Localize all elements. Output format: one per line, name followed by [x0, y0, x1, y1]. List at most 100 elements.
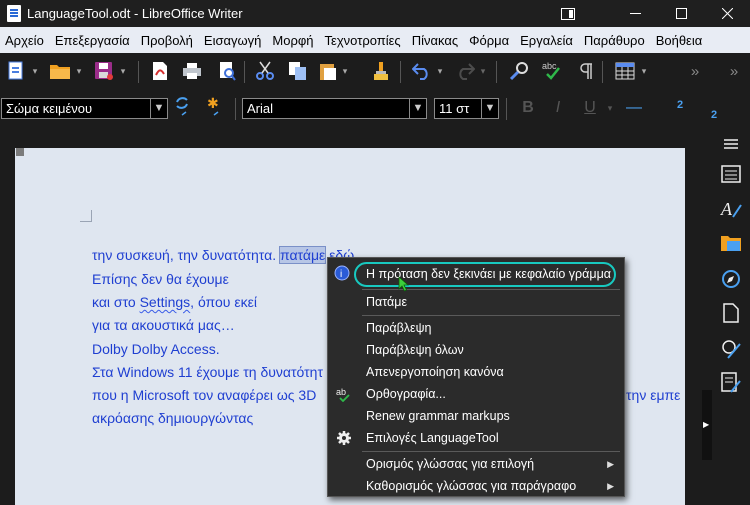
svg-text:i: i — [340, 269, 342, 280]
toolbar-separator — [506, 98, 507, 120]
minimize-icon — [629, 13, 641, 14]
doc-line[interactable]: την συσκευή, την δυνατότητα. πατάμε εδώ — [92, 246, 354, 264]
paste-icon — [320, 64, 336, 80]
set-paragraph-language-item[interactable]: Καθορισμός γλώσσας για παράγραφο ▶ — [328, 475, 624, 497]
page-marker — [16, 148, 24, 156]
sidebar-styles-button[interactable]: A — [719, 197, 743, 221]
table-dropdown-icon[interactable]: ▾ — [637, 59, 651, 83]
cut-button[interactable] — [253, 59, 277, 83]
formatting-toolbar: Σώμα κειμένου ▼ ✱ Arial ▼ 11 στ ▼ B I U … — [0, 91, 750, 127]
redo-button[interactable] — [453, 59, 477, 83]
chevron-down-icon[interactable]: ▼ — [150, 99, 167, 118]
doc-line[interactable]: Dolby Dolby Access. — [92, 341, 220, 357]
new-document-button[interactable] — [4, 59, 28, 83]
sidebar-page-button[interactable] — [719, 301, 743, 325]
clone-formatting-button[interactable] — [370, 59, 394, 83]
menu-styles[interactable]: Τεχνοτροπίες — [320, 33, 407, 48]
spelling-button[interactable]: abc — [540, 59, 564, 83]
undo-dropdown-icon[interactable]: ▾ — [433, 59, 447, 83]
print-preview-button[interactable] — [215, 59, 239, 83]
doc-line[interactable]: και στο Settings, όπου εκεί — [92, 294, 257, 310]
disable-rule-item[interactable]: Απενεργοποίηση κανόνα — [328, 361, 624, 383]
menu-separator — [362, 451, 620, 452]
minimize-button[interactable] — [612, 0, 658, 27]
new-dropdown-icon[interactable]: ▾ — [28, 59, 42, 83]
doc-text: που η Microsoft τον αναφέρει ως 3D — [92, 387, 317, 403]
copy-button[interactable] — [286, 59, 310, 83]
save-dropdown-icon[interactable]: ▾ — [116, 59, 130, 83]
menu-help[interactable]: Βοήθεια — [651, 33, 709, 48]
close-button[interactable] — [704, 0, 750, 27]
insert-table-button[interactable] — [613, 59, 637, 83]
redo-icon — [459, 63, 475, 80]
set-selection-language-item[interactable]: Ορισμός γλώσσας για επιλογή ▶ — [328, 453, 624, 475]
menu-edit[interactable]: Επεξεργασία — [50, 33, 136, 48]
sidebar-manage-changes-button[interactable] — [719, 371, 743, 395]
renew-grammar-markups-item[interactable]: Renew grammar markups — [328, 405, 624, 427]
font-size-combo[interactable]: 11 στ ▼ — [434, 98, 499, 119]
ignore-item[interactable]: Παράβλεψη — [328, 317, 624, 339]
formatting-marks-button[interactable] — [574, 59, 598, 83]
languagetool-options-item[interactable]: Επιλογές LanguageTool — [328, 427, 624, 449]
chevron-down-icon[interactable]: ▼ — [481, 99, 498, 118]
sidebar-toggle-button[interactable] — [545, 0, 591, 27]
print-button[interactable] — [180, 59, 204, 83]
doc-line[interactable]: που η Microsoft τον αναφέρει ως 3D — [92, 387, 316, 403]
sidebar-menu-button[interactable] — [719, 132, 743, 156]
undo-button[interactable] — [410, 59, 434, 83]
gallery-icon — [721, 236, 741, 251]
font-size-value: 11 στ — [439, 101, 470, 116]
export-pdf-button[interactable] — [148, 59, 172, 83]
save-button[interactable] — [92, 59, 116, 83]
sidebar-gallery-button[interactable] — [719, 231, 743, 255]
text-boundary-corner — [80, 210, 92, 222]
open-dropdown-icon[interactable]: ▾ — [72, 59, 86, 83]
paste-button[interactable] — [316, 59, 340, 83]
menu-file[interactable]: Αρχείο — [0, 33, 50, 48]
menu-form[interactable]: Φόρμα — [464, 33, 515, 48]
font-name-combo[interactable]: Arial ▼ — [242, 98, 427, 119]
menu-item-label: Καθορισμός γλώσσας για παράγραφο — [366, 479, 577, 493]
menu-separator — [362, 315, 620, 316]
doc-line[interactable]: ακρόασης δημιουργώντας — [92, 410, 253, 426]
paragraph-style-combo[interactable]: Σώμα κειμένου ▼ — [1, 98, 168, 119]
doc-line[interactable]: Στα Windows 11 έχουμε τη δυνατότητ — [92, 364, 323, 380]
open-button[interactable] — [48, 59, 72, 83]
selected-word[interactable]: πατάμε — [278, 246, 327, 264]
menu-window[interactable]: Παράθυρο — [579, 33, 651, 48]
ignore-all-item[interactable]: Παράβλεψη όλων — [328, 339, 624, 361]
italic-icon[interactable]: I — [546, 96, 570, 120]
update-style-button[interactable] — [171, 95, 195, 119]
toolbar-separator — [235, 98, 236, 120]
spelling-item[interactable]: ab Ορθογραφία... — [328, 383, 624, 405]
doc-line[interactable]: την εμπε — [626, 387, 680, 403]
subscript-icon[interactable]: 2 — [702, 103, 726, 127]
maximize-button[interactable] — [658, 0, 704, 27]
strikethrough-icon[interactable]: — — [622, 96, 646, 120]
suggestion-item[interactable]: Πατάμε — [328, 291, 624, 313]
menu-tools[interactable]: Εργαλεία — [515, 33, 579, 48]
menu-table[interactable]: Πίνακας — [407, 33, 464, 48]
redo-dropdown-icon[interactable]: ▾ — [476, 59, 490, 83]
menu-format[interactable]: Μορφή — [267, 33, 319, 48]
menu-insert[interactable]: Εισαγωγή — [199, 33, 267, 48]
superscript-icon[interactable]: 2 — [668, 93, 692, 117]
scissors-icon — [256, 61, 274, 80]
find-replace-button[interactable] — [507, 59, 531, 83]
new-style-button[interactable]: ✱ — [203, 95, 227, 119]
chevron-down-icon[interactable]: ▼ — [409, 99, 426, 118]
doc-line[interactable]: Επίσης δεν θα έχουμε — [92, 271, 229, 287]
sidebar-style-inspector-button[interactable] — [719, 337, 743, 361]
doc-line[interactable]: για τα ακουστικά μας… — [92, 317, 235, 333]
underline-dropdown-icon[interactable]: ▾ — [598, 96, 622, 120]
bold-icon[interactable]: B — [516, 96, 540, 120]
sidebar-properties-button[interactable] — [719, 162, 743, 186]
menu-view[interactable]: Προβολή — [136, 33, 199, 48]
new-style-icon: ✱ — [207, 96, 219, 116]
toolbar-overflow-icon[interactable]: » — [722, 59, 746, 83]
sidebar-collapse-arrow-icon[interactable]: ▶ — [703, 420, 709, 429]
submenu-arrow-icon: ▶ — [607, 459, 614, 469]
paste-dropdown-icon[interactable]: ▾ — [338, 59, 352, 83]
sidebar-navigator-button[interactable] — [719, 267, 743, 291]
toolbar-overflow-icon[interactable]: » — [683, 59, 707, 83]
